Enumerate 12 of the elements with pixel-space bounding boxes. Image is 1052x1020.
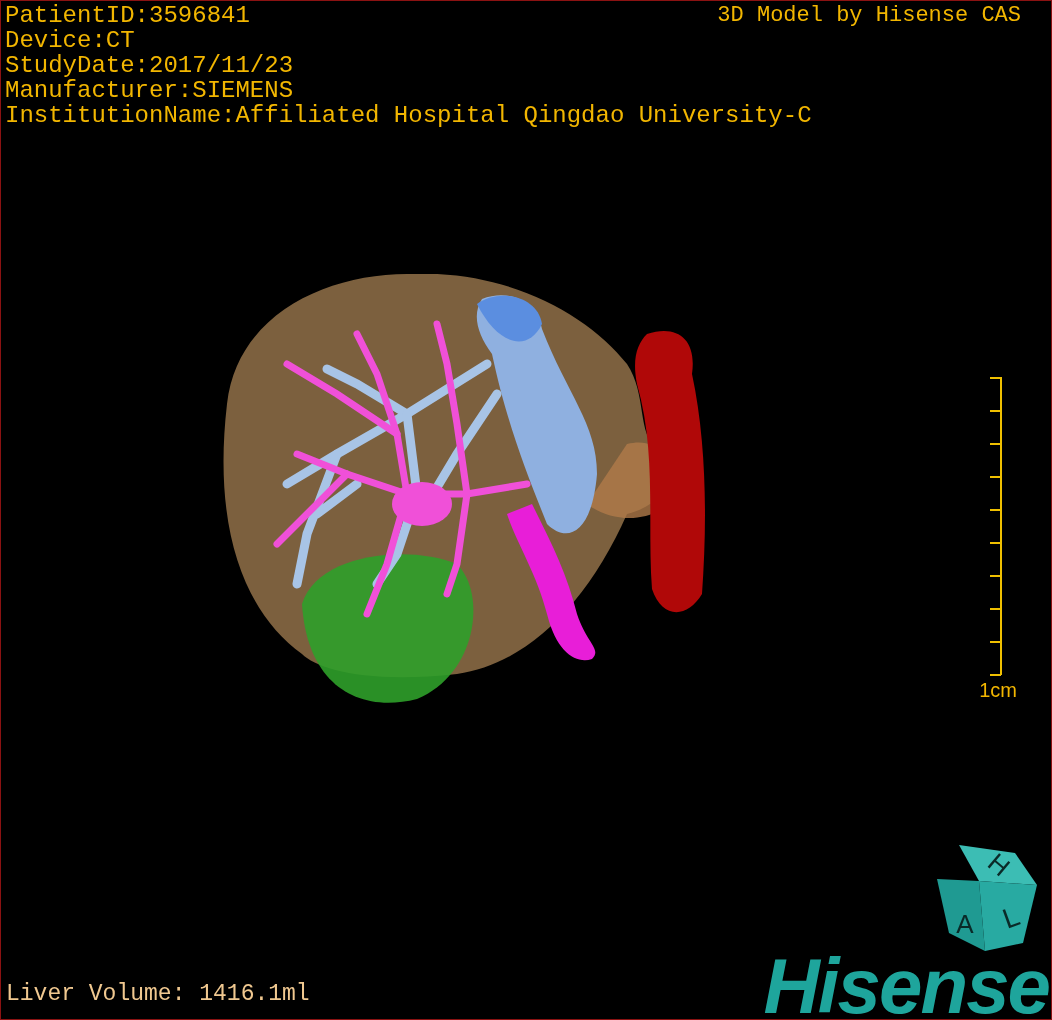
info-text: StudyDate:2017/11/23 — [5, 53, 294, 78]
info-text: Device:CT — [5, 28, 135, 53]
info-text: InstitutionName:Affiliated Hospital Qingdao University-C — [5, 103, 812, 128]
view-title: 3D Model by Hisense CAS — [717, 3, 1022, 28]
cube-label: A — [956, 909, 974, 939]
liver-volume-text: Liver Volume: 1416.1ml — [5, 981, 310, 1009]
cube-label: H — [982, 847, 1016, 883]
brand-logo: Hisense — [763, 953, 1050, 1019]
scale-label: 1cm — [979, 678, 1017, 702]
info-text: PatientID:3596841 — [5, 3, 250, 28]
cube-label: L — [998, 900, 1024, 935]
info-text: Manufacturer:SIEMENS — [5, 78, 294, 103]
